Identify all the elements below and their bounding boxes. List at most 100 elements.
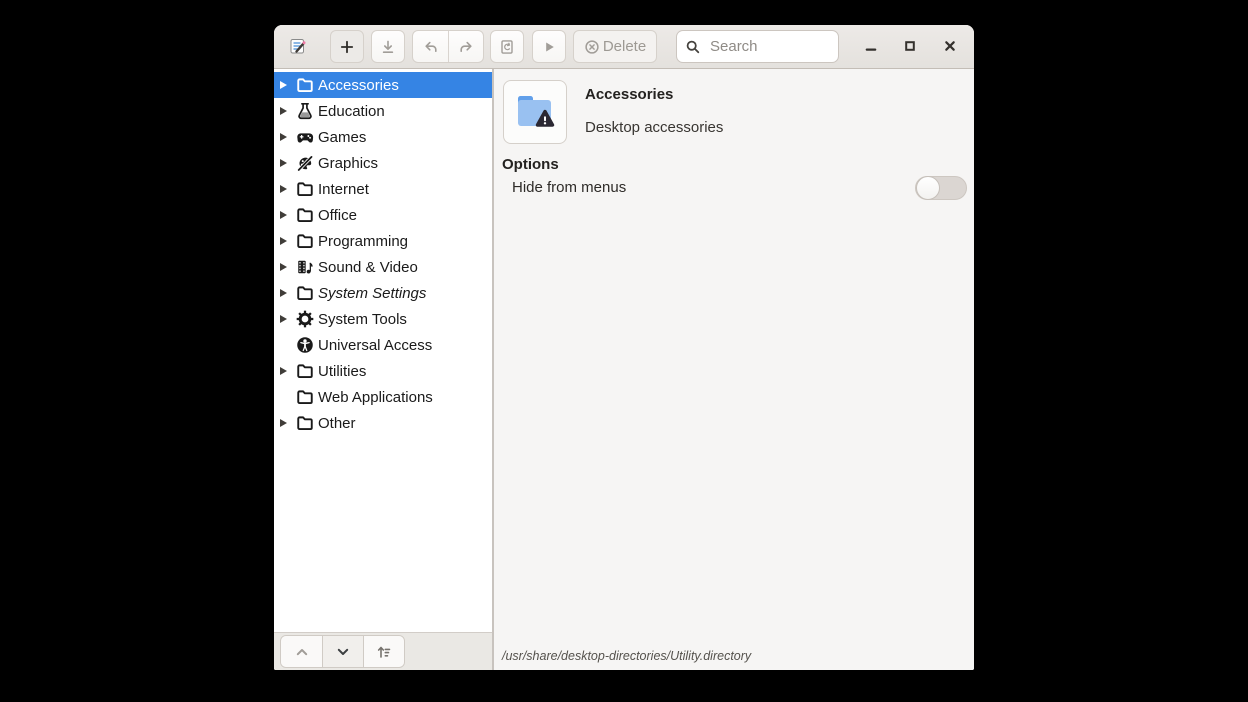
sidebar-item-office[interactable]: Office [274, 202, 492, 228]
move-down-button[interactable] [322, 636, 363, 667]
sidebar-item-label: Other [318, 415, 356, 432]
folder-icon [296, 284, 314, 302]
delete-circle-icon [584, 39, 600, 55]
close-icon [942, 38, 958, 54]
revert-button[interactable] [490, 30, 524, 63]
sidebar: Accessories Education Games Graphics Int… [274, 69, 494, 670]
redo-button[interactable] [448, 31, 483, 62]
sidebar-item-system-settings[interactable]: System Settings [274, 280, 492, 306]
sidebar-item-games[interactable]: Games [274, 124, 492, 150]
sidebar-item-accessories[interactable]: Accessories [274, 72, 492, 98]
gamepad-icon [296, 128, 314, 146]
folder-icon [296, 76, 314, 94]
play-icon [541, 39, 557, 55]
delete-button-label: Delete [603, 38, 646, 55]
sidebar-item-utilities[interactable]: Utilities [274, 358, 492, 384]
expander-icon[interactable] [280, 81, 296, 89]
sidebar-item-label: Games [318, 129, 366, 146]
sidebar-item-label: Sound & Video [318, 259, 418, 276]
window-content: Accessories Education Games Graphics Int… [274, 69, 974, 670]
palette-icon [296, 154, 314, 172]
expander-icon[interactable] [280, 263, 296, 271]
sidebar-item-label: Internet [318, 181, 369, 198]
folder-warning-icon [514, 91, 556, 133]
sidebar-item-label: Programming [318, 233, 408, 250]
sidebar-item-graphics[interactable]: Graphics [274, 150, 492, 176]
save-button[interactable] [371, 30, 405, 63]
expander-icon[interactable] [280, 341, 296, 349]
sidebar-item-other[interactable]: Other [274, 410, 492, 436]
run-button[interactable] [532, 30, 566, 63]
save-download-icon [380, 39, 396, 55]
search-input[interactable] [708, 37, 827, 56]
expander-icon[interactable] [280, 211, 296, 219]
sidebar-item-label: Web Applications [318, 389, 433, 406]
sidebar-item-universal-access[interactable]: Universal Access [274, 332, 492, 358]
expander-icon[interactable] [280, 237, 296, 245]
expander-icon[interactable] [280, 107, 296, 115]
folder-icon [296, 180, 314, 198]
sidebar-item-internet[interactable]: Internet [274, 176, 492, 202]
expander-icon[interactable] [280, 315, 296, 323]
menu-editor-window: Delete Accessories Education [274, 25, 974, 670]
folder-icon [296, 362, 314, 380]
search-field[interactable] [676, 30, 839, 63]
expander-icon[interactable] [280, 133, 296, 141]
sidebar-item-web-applications[interactable]: Web Applications [274, 384, 492, 410]
sidebar-item-programming[interactable]: Programming [274, 228, 492, 254]
sidebar-item-label: Education [318, 103, 385, 120]
maximize-button[interactable] [898, 34, 922, 58]
undo-button[interactable] [413, 31, 448, 62]
hide-from-menus-label: Hide from menus [512, 179, 626, 196]
chevron-up-icon [294, 644, 310, 660]
sidebar-item-sound-video[interactable]: Sound & Video [274, 254, 492, 280]
sort-icon [376, 644, 392, 660]
category-tree: Accessories Education Games Graphics Int… [274, 69, 492, 632]
expander-icon[interactable] [280, 393, 296, 401]
reorder-button-group [280, 635, 405, 668]
expander-icon[interactable] [280, 185, 296, 193]
sidebar-item-label: Utilities [318, 363, 366, 380]
sidebar-item-label: System Settings [318, 285, 426, 302]
sidebar-footer [274, 632, 492, 670]
access-icon [296, 336, 314, 354]
details-title: Accessories [585, 86, 673, 103]
revert-document-icon [499, 39, 515, 55]
headerbar: Delete [274, 25, 974, 69]
sidebar-item-education[interactable]: Education [274, 98, 492, 124]
desktop-background: Delete Accessories Education [0, 0, 1248, 702]
details-panel: Accessories Desktop accessories Options … [494, 69, 974, 670]
expander-icon[interactable] [280, 289, 296, 297]
folder-icon [296, 206, 314, 224]
category-icon-button[interactable] [503, 80, 567, 144]
gear-icon [296, 310, 314, 328]
redo-icon [458, 39, 474, 55]
sidebar-item-system-tools[interactable]: System Tools [274, 306, 492, 332]
move-up-button[interactable] [281, 636, 322, 667]
undo-redo-group [412, 30, 484, 63]
delete-button[interactable]: Delete [573, 30, 657, 63]
new-item-button[interactable] [330, 30, 364, 63]
close-button[interactable] [938, 34, 962, 58]
expander-icon[interactable] [280, 419, 296, 427]
app-icon [289, 37, 307, 55]
options-heading: Options [502, 156, 559, 173]
folder-icon [296, 232, 314, 250]
directory-file-path: /usr/share/desktop-directories/Utility.d… [502, 649, 751, 663]
sidebar-item-label: System Tools [318, 311, 407, 328]
sidebar-item-label: Graphics [318, 155, 378, 172]
expander-icon[interactable] [280, 159, 296, 167]
toggle-knob [916, 176, 940, 200]
minimize-button[interactable] [859, 34, 883, 58]
search-icon [685, 39, 701, 55]
sidebar-item-label: Accessories [318, 77, 399, 94]
expander-icon[interactable] [280, 367, 296, 375]
minimize-icon [863, 38, 879, 54]
folder-icon [296, 388, 314, 406]
hide-from-menus-toggle[interactable] [915, 176, 967, 200]
sidebar-item-label: Universal Access [318, 337, 432, 354]
maximize-icon [902, 38, 918, 54]
sidebar-item-label: Office [318, 207, 357, 224]
folder-icon [296, 414, 314, 432]
sort-button[interactable] [363, 636, 404, 667]
